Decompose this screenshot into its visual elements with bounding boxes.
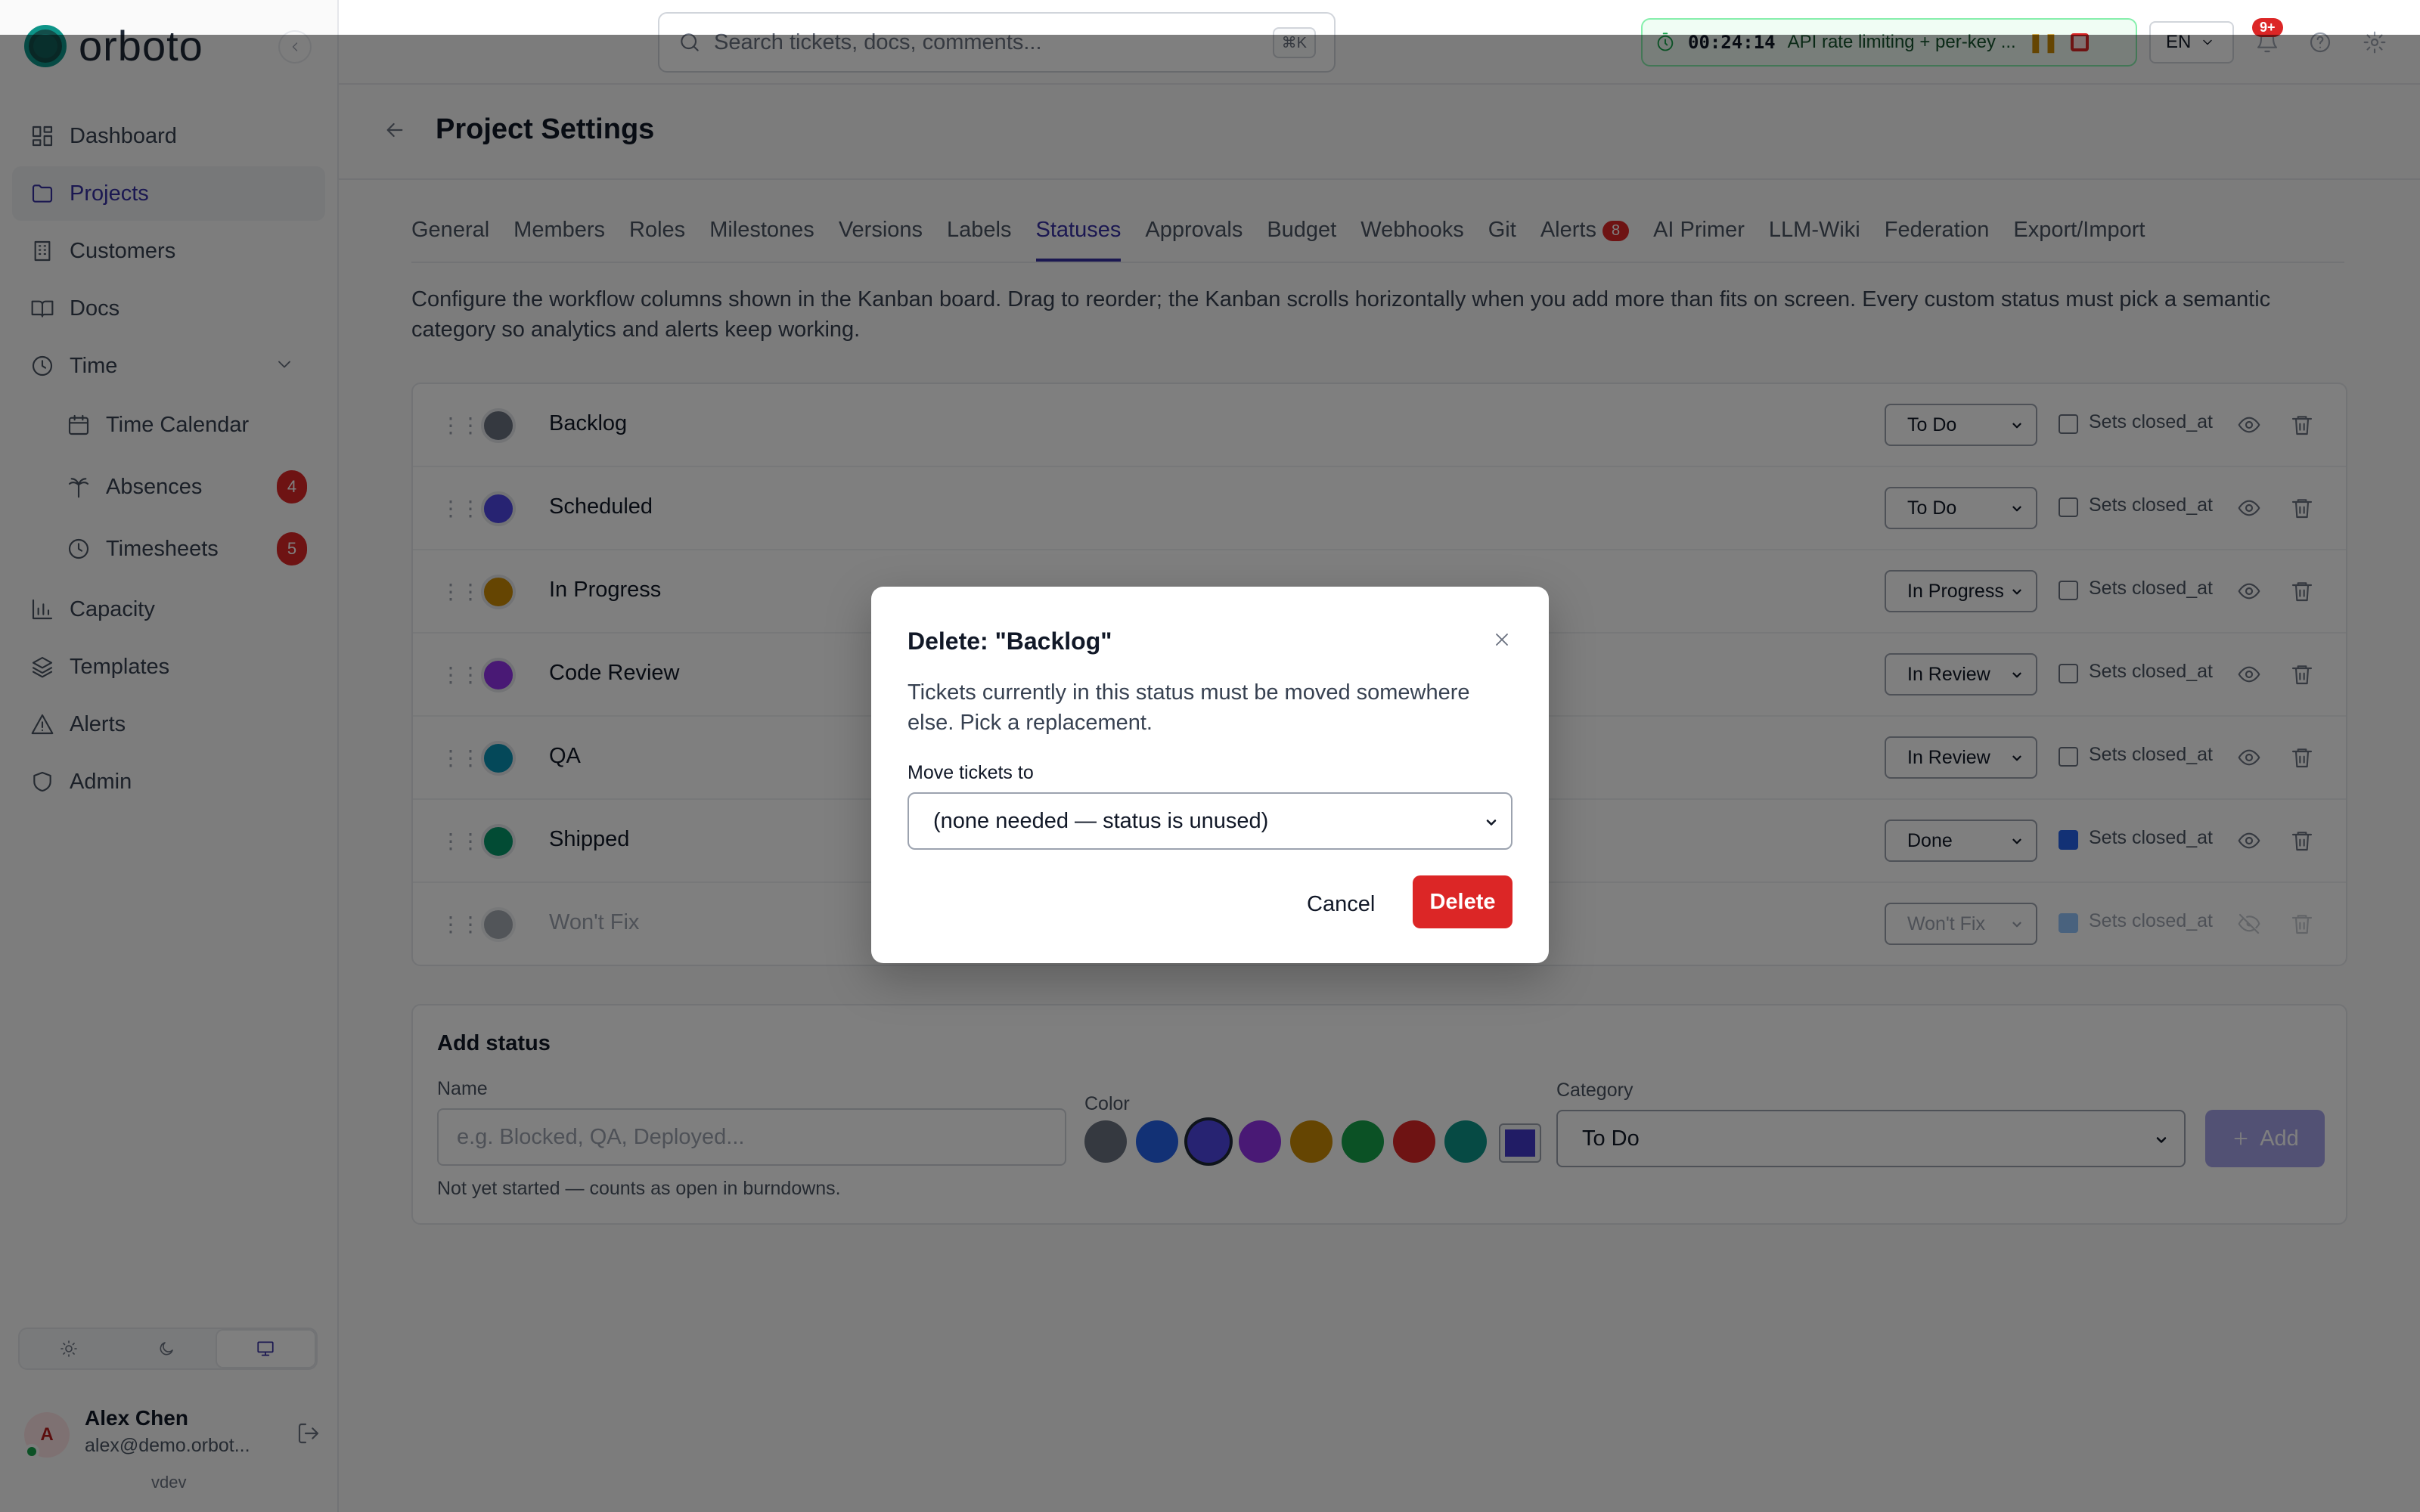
cancel-button[interactable]: Cancel [1298,886,1384,923]
close-icon [1496,634,1508,646]
dialog-title: Delete: "Backlog" [908,627,1112,655]
move-tickets-label: Move tickets to [908,762,1034,783]
chevron-down-icon [1486,820,1497,826]
replacement-status-select[interactable]: (none needed — status is unused) [908,792,1512,850]
dialog-message: Tickets currently in this status must be… [908,680,1470,735]
delete-status-dialog: Delete: "Backlog" Tickets currently in t… [871,587,1549,963]
close-dialog-button[interactable] [1491,629,1512,650]
delete-button[interactable]: Delete [1413,875,1512,928]
replacement-status-value: (none needed — status is unused) [933,809,1269,833]
